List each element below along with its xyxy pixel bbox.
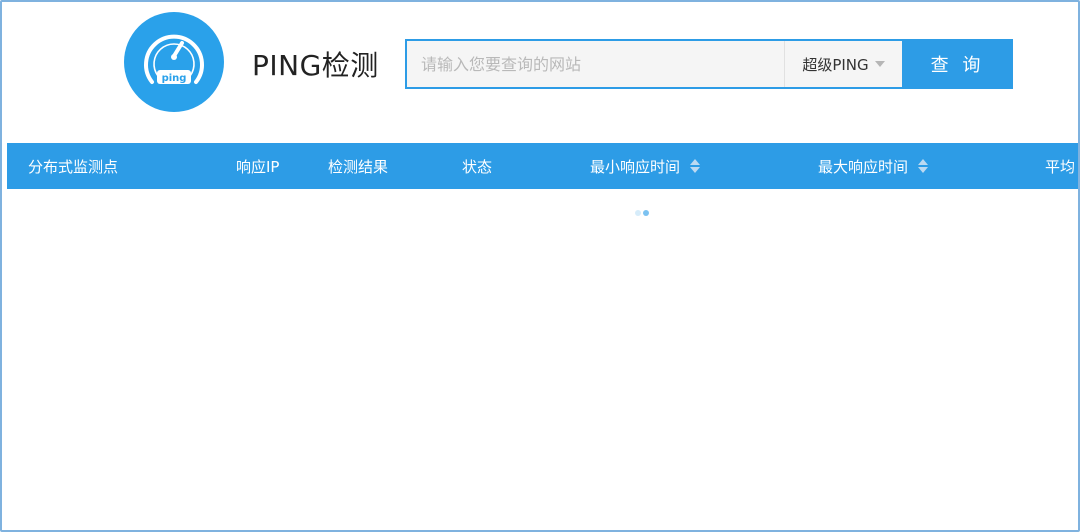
search-input[interactable] xyxy=(407,41,783,87)
sort-icon[interactable] xyxy=(918,159,929,173)
speedometer-icon: ping xyxy=(144,34,204,84)
column-monitor-point: 分布式监测点 xyxy=(28,143,118,189)
results-table-header: 分布式监测点 响应IP 检测结果 状态 最小响应时间 最大响应时间 平均 xyxy=(7,143,1078,189)
column-status: 状态 xyxy=(462,143,492,189)
column-label: 检测结果 xyxy=(328,157,389,176)
column-avg-response-time: 平均 xyxy=(1045,143,1075,189)
column-response-ip: 响应IP xyxy=(236,143,279,189)
column-min-response-time[interactable]: 最小响应时间 xyxy=(590,143,701,189)
page-frame: ping PING检测 超级PING 查 询 分布式监测点 响应IP 检测结果 … xyxy=(0,0,1080,532)
loading-dot xyxy=(635,210,641,216)
search-bar: 超级PING 查 询 xyxy=(405,39,1013,89)
sort-icon[interactable] xyxy=(690,159,701,173)
column-label: 最小响应时间 xyxy=(590,157,681,176)
logo: ping xyxy=(124,12,224,112)
column-label: 最大响应时间 xyxy=(818,157,909,176)
query-button[interactable]: 查 询 xyxy=(902,39,1013,89)
column-label: 响应IP xyxy=(236,157,280,176)
ping-mode-select[interactable]: 超级PING xyxy=(784,41,902,87)
column-label: 分布式监测点 xyxy=(28,157,119,176)
column-label: 平均 xyxy=(1045,157,1076,176)
ping-mode-label: 超级PING xyxy=(802,55,869,74)
page-title: PING检测 xyxy=(252,49,379,82)
column-check-result: 检测结果 xyxy=(328,143,388,189)
column-max-response-time[interactable]: 最大响应时间 xyxy=(818,143,929,189)
logo-text: ping xyxy=(162,73,187,84)
column-label: 状态 xyxy=(462,157,493,176)
chevron-down-icon xyxy=(874,61,885,67)
loading-dot xyxy=(643,210,649,216)
